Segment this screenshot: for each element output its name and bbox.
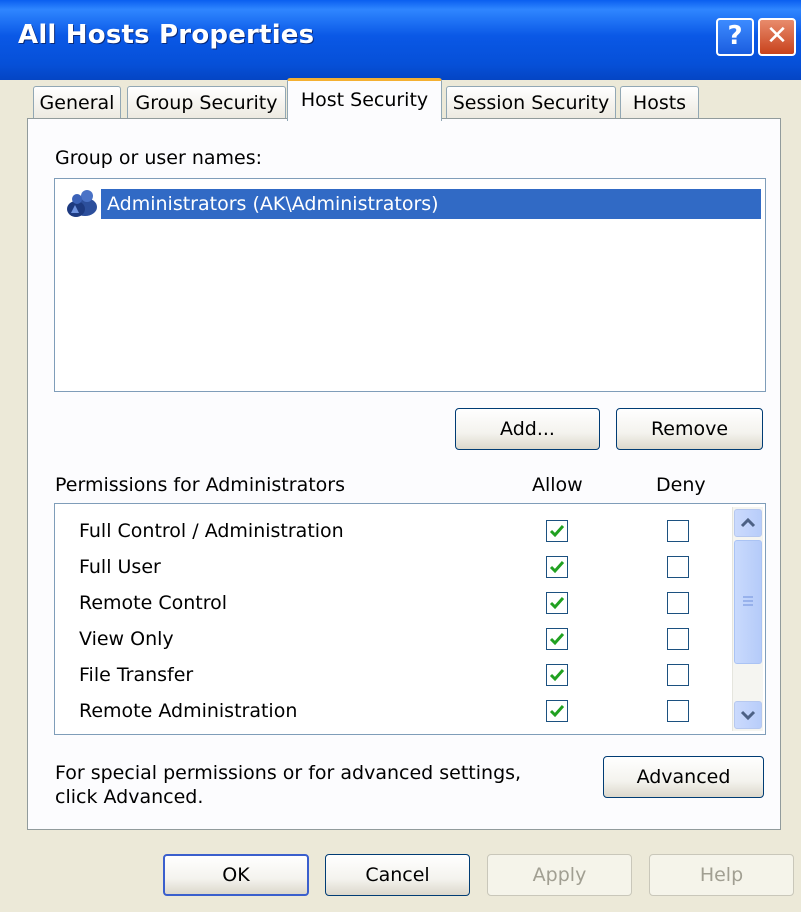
advanced-note-line1: For special permissions or for advanced … xyxy=(55,762,522,784)
permissions-label: Permissions for Administrators xyxy=(55,474,346,496)
remove-button[interactable]: Remove xyxy=(616,408,763,450)
allow-checkbox[interactable] xyxy=(546,556,568,578)
allow-header: Allow xyxy=(532,474,583,496)
permission-row: Remote Control xyxy=(55,588,725,624)
permission-row: File Transfer xyxy=(55,660,725,696)
allow-checkbox[interactable] xyxy=(546,628,568,650)
permission-row: Remote Administration xyxy=(55,696,725,732)
apply-button[interactable]: Apply xyxy=(487,854,632,896)
checkmark-icon xyxy=(549,525,565,538)
tab-hosts[interactable]: Hosts xyxy=(620,86,699,119)
permission-name: View Only xyxy=(79,628,174,650)
scroll-up-button[interactable] xyxy=(734,509,762,537)
checkmark-icon xyxy=(549,633,565,646)
permission-row: View Only xyxy=(55,624,725,660)
deny-checkbox[interactable] xyxy=(667,700,689,722)
deny-checkbox[interactable] xyxy=(667,628,689,650)
title-bar[interactable]: All Hosts Properties ? ✕ xyxy=(0,0,801,80)
scroll-thumb[interactable] xyxy=(734,540,762,664)
checkmark-icon xyxy=(549,669,565,682)
allow-checkbox[interactable] xyxy=(546,592,568,614)
chevron-down-icon xyxy=(740,710,756,721)
help-title-button[interactable]: ? xyxy=(716,18,754,56)
allow-checkbox[interactable] xyxy=(546,664,568,686)
close-icon: ✕ xyxy=(766,21,788,51)
permission-name: Remote Control xyxy=(79,592,228,614)
checkmark-icon xyxy=(549,597,565,610)
deny-checkbox[interactable] xyxy=(667,664,689,686)
window-title: All Hosts Properties xyxy=(18,20,315,50)
allow-checkbox[interactable] xyxy=(546,700,568,722)
user-group-icon xyxy=(67,190,97,217)
permission-name: Full User xyxy=(79,556,161,578)
permission-name: Full Control / Administration xyxy=(79,520,344,542)
list-item[interactable]: Administrators (AK\Administrators) xyxy=(101,189,761,219)
group-user-list[interactable]: Administrators (AK\Administrators) xyxy=(54,178,766,392)
cancel-button[interactable]: Cancel xyxy=(325,854,470,896)
permissions-list: Full Control / Administration Full User … xyxy=(54,503,766,735)
tab-host-security[interactable]: Host Security xyxy=(287,78,442,121)
tab-general[interactable]: General xyxy=(33,86,121,119)
help-button[interactable]: Help xyxy=(649,854,794,896)
permission-row: Full Control / Administration xyxy=(55,516,725,552)
advanced-button[interactable]: Advanced xyxy=(603,756,764,798)
permission-row: Full User xyxy=(55,552,725,588)
question-mark-icon: ? xyxy=(727,21,743,51)
deny-header: Deny xyxy=(656,474,706,496)
group-list-label: Group or user names: xyxy=(55,147,263,169)
advanced-note-line2: click Advanced. xyxy=(55,786,204,808)
permission-name: Remote Administration xyxy=(79,700,298,722)
list-item-label: Administrators (AK\Administrators) xyxy=(107,193,439,215)
ok-button[interactable]: OK xyxy=(163,854,309,896)
scroll-down-button[interactable] xyxy=(734,701,762,729)
vertical-scrollbar[interactable] xyxy=(732,507,763,731)
checkmark-icon xyxy=(549,705,565,718)
chevron-up-icon xyxy=(740,517,756,528)
deny-checkbox[interactable] xyxy=(667,520,689,542)
tab-session-security[interactable]: Session Security xyxy=(446,86,616,119)
permission-name: File Transfer xyxy=(79,664,194,686)
grip-icon xyxy=(743,596,753,606)
tab-group-security[interactable]: Group Security xyxy=(127,86,286,119)
deny-checkbox[interactable] xyxy=(667,556,689,578)
add-button[interactable]: Add... xyxy=(455,408,600,450)
checkmark-icon xyxy=(549,561,565,574)
allow-checkbox[interactable] xyxy=(546,520,568,542)
close-button[interactable]: ✕ xyxy=(758,18,796,56)
deny-checkbox[interactable] xyxy=(667,592,689,614)
